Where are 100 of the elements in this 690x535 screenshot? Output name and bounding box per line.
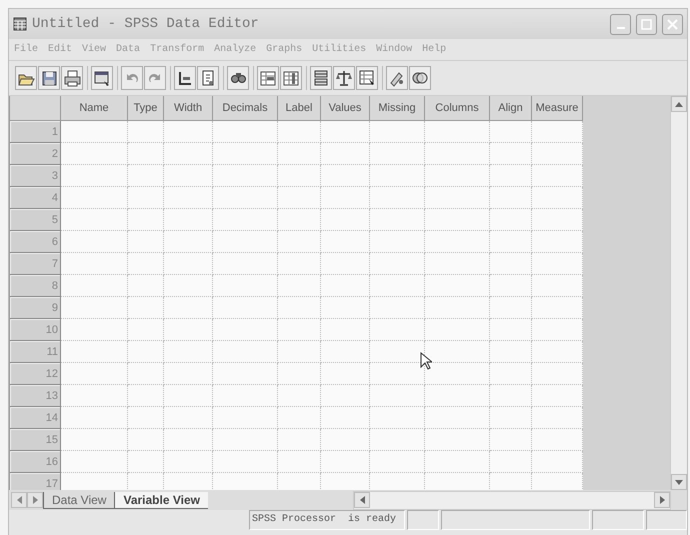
- table-cell[interactable]: [321, 451, 370, 473]
- table-cell[interactable]: [278, 319, 321, 341]
- table-cell[interactable]: [425, 451, 490, 473]
- find-button[interactable]: [227, 66, 249, 90]
- table-cell[interactable]: [425, 275, 490, 297]
- table-cell[interactable]: [164, 231, 213, 253]
- table-cell[interactable]: [213, 121, 278, 143]
- table-cell[interactable]: [425, 187, 490, 209]
- table-cell[interactable]: [128, 253, 164, 275]
- table-cell[interactable]: [370, 385, 425, 407]
- table-cell[interactable]: [164, 341, 213, 363]
- table-cell[interactable]: [213, 297, 278, 319]
- row-header[interactable]: 2: [10, 143, 61, 165]
- table-cell[interactable]: [425, 121, 490, 143]
- table-cell[interactable]: [321, 253, 370, 275]
- table-cell[interactable]: [278, 253, 321, 275]
- table-cell[interactable]: [213, 275, 278, 297]
- table-cell[interactable]: [490, 275, 532, 297]
- table-cell[interactable]: [61, 429, 128, 451]
- row-header[interactable]: 1: [10, 121, 61, 143]
- table-cell[interactable]: [370, 275, 425, 297]
- table-cell[interactable]: [278, 451, 321, 473]
- table-cell[interactable]: [278, 385, 321, 407]
- table-cell[interactable]: [425, 297, 490, 319]
- table-cell[interactable]: [370, 231, 425, 253]
- save-button[interactable]: [38, 66, 60, 90]
- table-cell[interactable]: [164, 143, 213, 165]
- table-cell[interactable]: [61, 275, 128, 297]
- table-cell[interactable]: [321, 121, 370, 143]
- table-cell[interactable]: [370, 165, 425, 187]
- table-cell[interactable]: [278, 407, 321, 429]
- table-cell[interactable]: [490, 297, 532, 319]
- table-cell[interactable]: [370, 143, 425, 165]
- table-cell[interactable]: [128, 297, 164, 319]
- table-cell[interactable]: [321, 187, 370, 209]
- table-cell[interactable]: [321, 319, 370, 341]
- table-cell[interactable]: [278, 209, 321, 231]
- menu-item[interactable]: Data: [116, 44, 140, 55]
- menu-item[interactable]: Transform: [150, 44, 204, 55]
- table-cell[interactable]: [128, 165, 164, 187]
- table-cell[interactable]: [164, 253, 213, 275]
- table-cell[interactable]: [490, 341, 532, 363]
- menu-item[interactable]: Window: [376, 44, 412, 55]
- table-cell[interactable]: [128, 121, 164, 143]
- row-header[interactable]: 13: [10, 385, 61, 407]
- table-cell[interactable]: [213, 165, 278, 187]
- table-cell[interactable]: [425, 209, 490, 231]
- table-cell[interactable]: [370, 297, 425, 319]
- table-cell[interactable]: [61, 319, 128, 341]
- open-folder-button[interactable]: [15, 66, 37, 90]
- table-cell[interactable]: [213, 209, 278, 231]
- table-cell[interactable]: [370, 209, 425, 231]
- table-cell[interactable]: [213, 253, 278, 275]
- table-cell[interactable]: [321, 231, 370, 253]
- table-cell[interactable]: [61, 209, 128, 231]
- table-cell[interactable]: [490, 253, 532, 275]
- table-cell[interactable]: [164, 407, 213, 429]
- table-cell[interactable]: [61, 231, 128, 253]
- table-cell[interactable]: [164, 451, 213, 473]
- table-cell[interactable]: [128, 385, 164, 407]
- table-cell[interactable]: [164, 363, 213, 385]
- table-cell[interactable]: [278, 143, 321, 165]
- table-cell[interactable]: [128, 319, 164, 341]
- table-cell[interactable]: [128, 231, 164, 253]
- tab-scroll-left-button[interactable]: [11, 492, 27, 508]
- table-cell[interactable]: [321, 407, 370, 429]
- table-cell[interactable]: [61, 385, 128, 407]
- table-cell[interactable]: [321, 275, 370, 297]
- print-button[interactable]: [61, 66, 83, 90]
- table-cell[interactable]: [490, 187, 532, 209]
- horizontal-scrollbar[interactable]: [353, 490, 671, 510]
- table-cell[interactable]: [278, 275, 321, 297]
- table-cell[interactable]: [61, 297, 128, 319]
- table-cell[interactable]: [164, 319, 213, 341]
- table-cell[interactable]: [425, 407, 490, 429]
- column-header[interactable]: Columns: [425, 96, 490, 121]
- row-header[interactable]: 9: [10, 297, 61, 319]
- table-cell[interactable]: [213, 319, 278, 341]
- table-cell[interactable]: [213, 143, 278, 165]
- table-cell[interactable]: [321, 385, 370, 407]
- table-cell[interactable]: [321, 143, 370, 165]
- row-header[interactable]: 11: [10, 341, 61, 363]
- table-cell[interactable]: [278, 297, 321, 319]
- table-cell[interactable]: [321, 165, 370, 187]
- row-header[interactable]: 17: [10, 473, 61, 490]
- table-cell[interactable]: [490, 451, 532, 473]
- table-cell[interactable]: [370, 187, 425, 209]
- table-cell[interactable]: [128, 363, 164, 385]
- vertical-scrollbar[interactable]: [670, 96, 687, 490]
- tab-scroll-right-button[interactable]: [27, 492, 43, 508]
- row-header[interactable]: 10: [10, 319, 61, 341]
- table-cell[interactable]: [213, 231, 278, 253]
- table-cell[interactable]: [128, 209, 164, 231]
- table-cell[interactable]: [490, 429, 532, 451]
- table-cell[interactable]: [164, 275, 213, 297]
- table-cell[interactable]: [321, 209, 370, 231]
- column-header[interactable]: Type: [128, 96, 164, 121]
- column-header[interactable]: Missing: [370, 96, 425, 121]
- sheet-tab[interactable]: Variable View: [114, 492, 208, 508]
- table-cell[interactable]: [213, 407, 278, 429]
